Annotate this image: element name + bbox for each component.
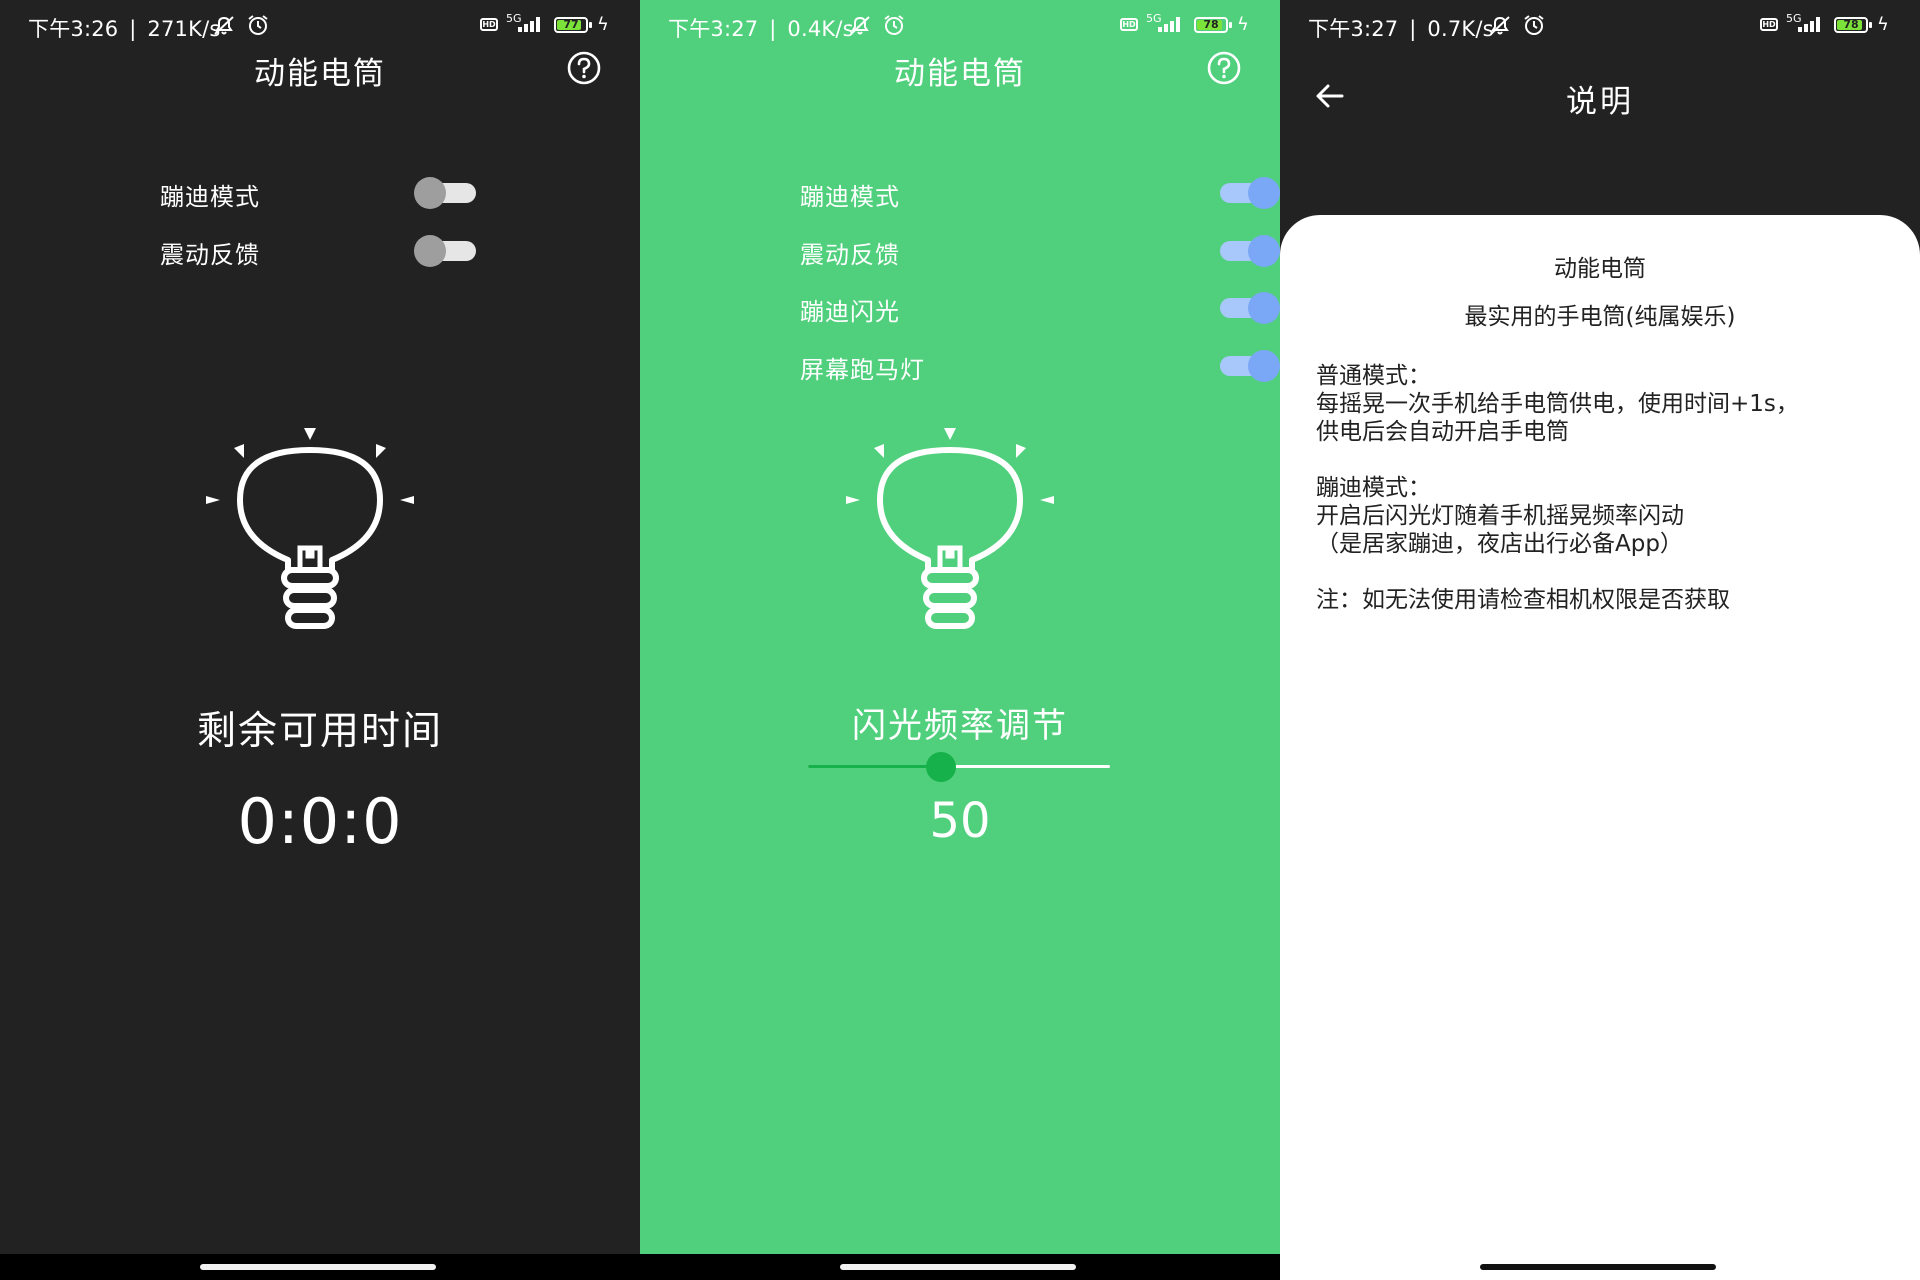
charging-bolt-icon: ϟ — [1237, 14, 1249, 35]
hd-badge: HD — [1120, 18, 1138, 31]
sheet-tagline: 最实用的手电筒(纯属娱乐) — [1464, 304, 1736, 330]
flash-frequency-value: 50 — [929, 793, 991, 849]
status-net-speed: 271K/s — [147, 17, 221, 41]
toggle-label: 蹦迪模式 — [800, 183, 900, 211]
home-indicator[interactable] — [1480, 1264, 1716, 1270]
status-separator: | — [1409, 17, 1417, 41]
instructions-sheet: 动能电筒 最实用的手电筒(纯属娱乐) 普通模式： 每摇晃一次手机给手电筒供电，使… — [1280, 215, 1920, 1255]
alarm-icon — [884, 15, 904, 35]
vibration-switch[interactable] — [1218, 235, 1280, 267]
normal-mode-heading: 普通模式： — [1316, 363, 1431, 389]
lightbulb-icon[interactable] — [840, 420, 1060, 650]
hd-badge: HD — [480, 18, 498, 31]
screen-marquee-switch[interactable] — [1218, 350, 1280, 382]
app-title: 动能电筒 — [254, 56, 386, 92]
vibration-switch[interactable] — [414, 235, 476, 267]
nav-bar — [0, 1254, 640, 1280]
page-title: 说明 — [1566, 84, 1634, 120]
remaining-time-label: 剩余可用时间 — [196, 709, 443, 754]
status-time: 下午3:27 — [1308, 17, 1399, 41]
status-bar: 下午3:26 | 271K/s HD 5G 77 ϟ — [0, 0, 640, 50]
disco-mode-line: （是居家蹦迪，夜店出行必备App） — [1316, 531, 1683, 557]
status-time: 下午3:27 — [668, 17, 759, 41]
remaining-time-value: 0:0:0 — [237, 785, 403, 858]
battery-level: 78 — [1843, 18, 1859, 31]
charging-bolt-icon: ϟ — [1877, 14, 1889, 35]
toggle-row-disco-flash[interactable]: 蹦迪闪光 — [800, 288, 1280, 328]
hd-badge: HD — [1760, 18, 1778, 31]
normal-mode-line: 每摇晃一次手机给手电筒供电，使用时间+1s， — [1316, 391, 1799, 417]
status-time: 下午3:26 — [28, 17, 119, 41]
toggle-row-vibration[interactable]: 震动反馈 — [160, 231, 480, 271]
signal-icon — [518, 16, 544, 32]
battery-level: 77 — [563, 18, 579, 31]
status-separator: | — [769, 17, 777, 41]
toggle-label: 震动反馈 — [800, 241, 900, 269]
toggle-row-disco-mode[interactable]: 蹦迪模式 — [160, 173, 480, 213]
toggle-row-vibration[interactable]: 震动反馈 — [800, 231, 1280, 271]
status-separator: | — [129, 17, 137, 41]
toggle-label: 屏幕跑马灯 — [800, 356, 925, 384]
lightbulb-icon[interactable] — [200, 420, 420, 650]
slider-active-track — [808, 765, 941, 768]
charging-bolt-icon: ϟ — [597, 14, 609, 35]
alarm-icon — [1524, 15, 1544, 35]
screen-instructions: 下午3:27 | 0.7K/s HD 5G 78 ϟ 说明 动能电筒 最实用的手… — [1280, 0, 1920, 1280]
disco-mode-heading: 蹦迪模式： — [1316, 475, 1431, 501]
battery-icon: 77 — [554, 17, 592, 33]
mute-bell-icon — [850, 16, 870, 35]
toggle-label: 震动反馈 — [160, 241, 260, 269]
disco-flash-switch[interactable] — [1218, 292, 1280, 324]
sheet-body: 普通模式： 每摇晃一次手机给手电筒供电，使用时间+1s， 供电后会自动开启手电筒… — [1316, 362, 1886, 614]
nav-bar — [1280, 1254, 1920, 1280]
help-icon[interactable] — [1206, 50, 1242, 86]
flash-frequency-label: 闪光频率调节 — [852, 706, 1068, 746]
toggle-row-screen-marquee[interactable]: 屏幕跑马灯 — [800, 346, 1280, 386]
battery-icon: 78 — [1834, 17, 1872, 33]
slider-thumb[interactable] — [925, 752, 956, 782]
help-icon[interactable] — [566, 50, 602, 86]
alarm-icon — [248, 15, 268, 35]
status-net-speed: 0.7K/s — [1427, 17, 1494, 41]
disco-mode-line: 开启后闪光灯随着手机摇晃频率闪动 — [1316, 503, 1684, 529]
screen-main-dark: 下午3:26 | 271K/s HD 5G 77 ϟ 动能电筒 蹦迪模式 震动反… — [0, 0, 640, 1280]
signal-icon — [1798, 16, 1824, 32]
screen-disco-mode: 下午3:27 | 0.4K/s HD 5G 78 ϟ 动能电筒 蹦迪模式 震动反… — [640, 0, 1280, 1280]
nav-bar — [640, 1254, 1280, 1280]
flash-frequency-slider[interactable] — [808, 752, 1110, 782]
disco-mode-switch[interactable] — [414, 177, 476, 209]
normal-mode-line: 供电后会自动开启手电筒 — [1316, 419, 1569, 445]
toggle-row-disco-mode[interactable]: 蹦迪模式 — [800, 173, 1280, 213]
toggle-label: 蹦迪模式 — [160, 183, 260, 211]
home-indicator[interactable] — [200, 1264, 436, 1270]
battery-icon: 78 — [1194, 17, 1232, 33]
status-net-speed: 0.4K/s — [787, 17, 854, 41]
toggle-label: 蹦迪闪光 — [800, 298, 900, 326]
app-title: 动能电筒 — [894, 56, 1026, 92]
home-indicator[interactable] — [840, 1264, 1076, 1270]
signal-icon — [1158, 16, 1184, 32]
status-bar: 下午3:27 | 0.7K/s HD 5G 78 ϟ — [1280, 0, 1920, 50]
mute-bell-icon — [1490, 16, 1510, 35]
mute-bell-icon — [214, 16, 234, 35]
status-bar: 下午3:27 | 0.4K/s HD 5G 78 ϟ — [640, 0, 1280, 50]
sheet-app-name: 动能电筒 — [1554, 256, 1646, 282]
battery-level: 78 — [1203, 18, 1219, 31]
permission-note: 注：如无法使用请检查相机权限是否获取 — [1316, 587, 1730, 613]
disco-mode-switch[interactable] — [1218, 177, 1280, 209]
